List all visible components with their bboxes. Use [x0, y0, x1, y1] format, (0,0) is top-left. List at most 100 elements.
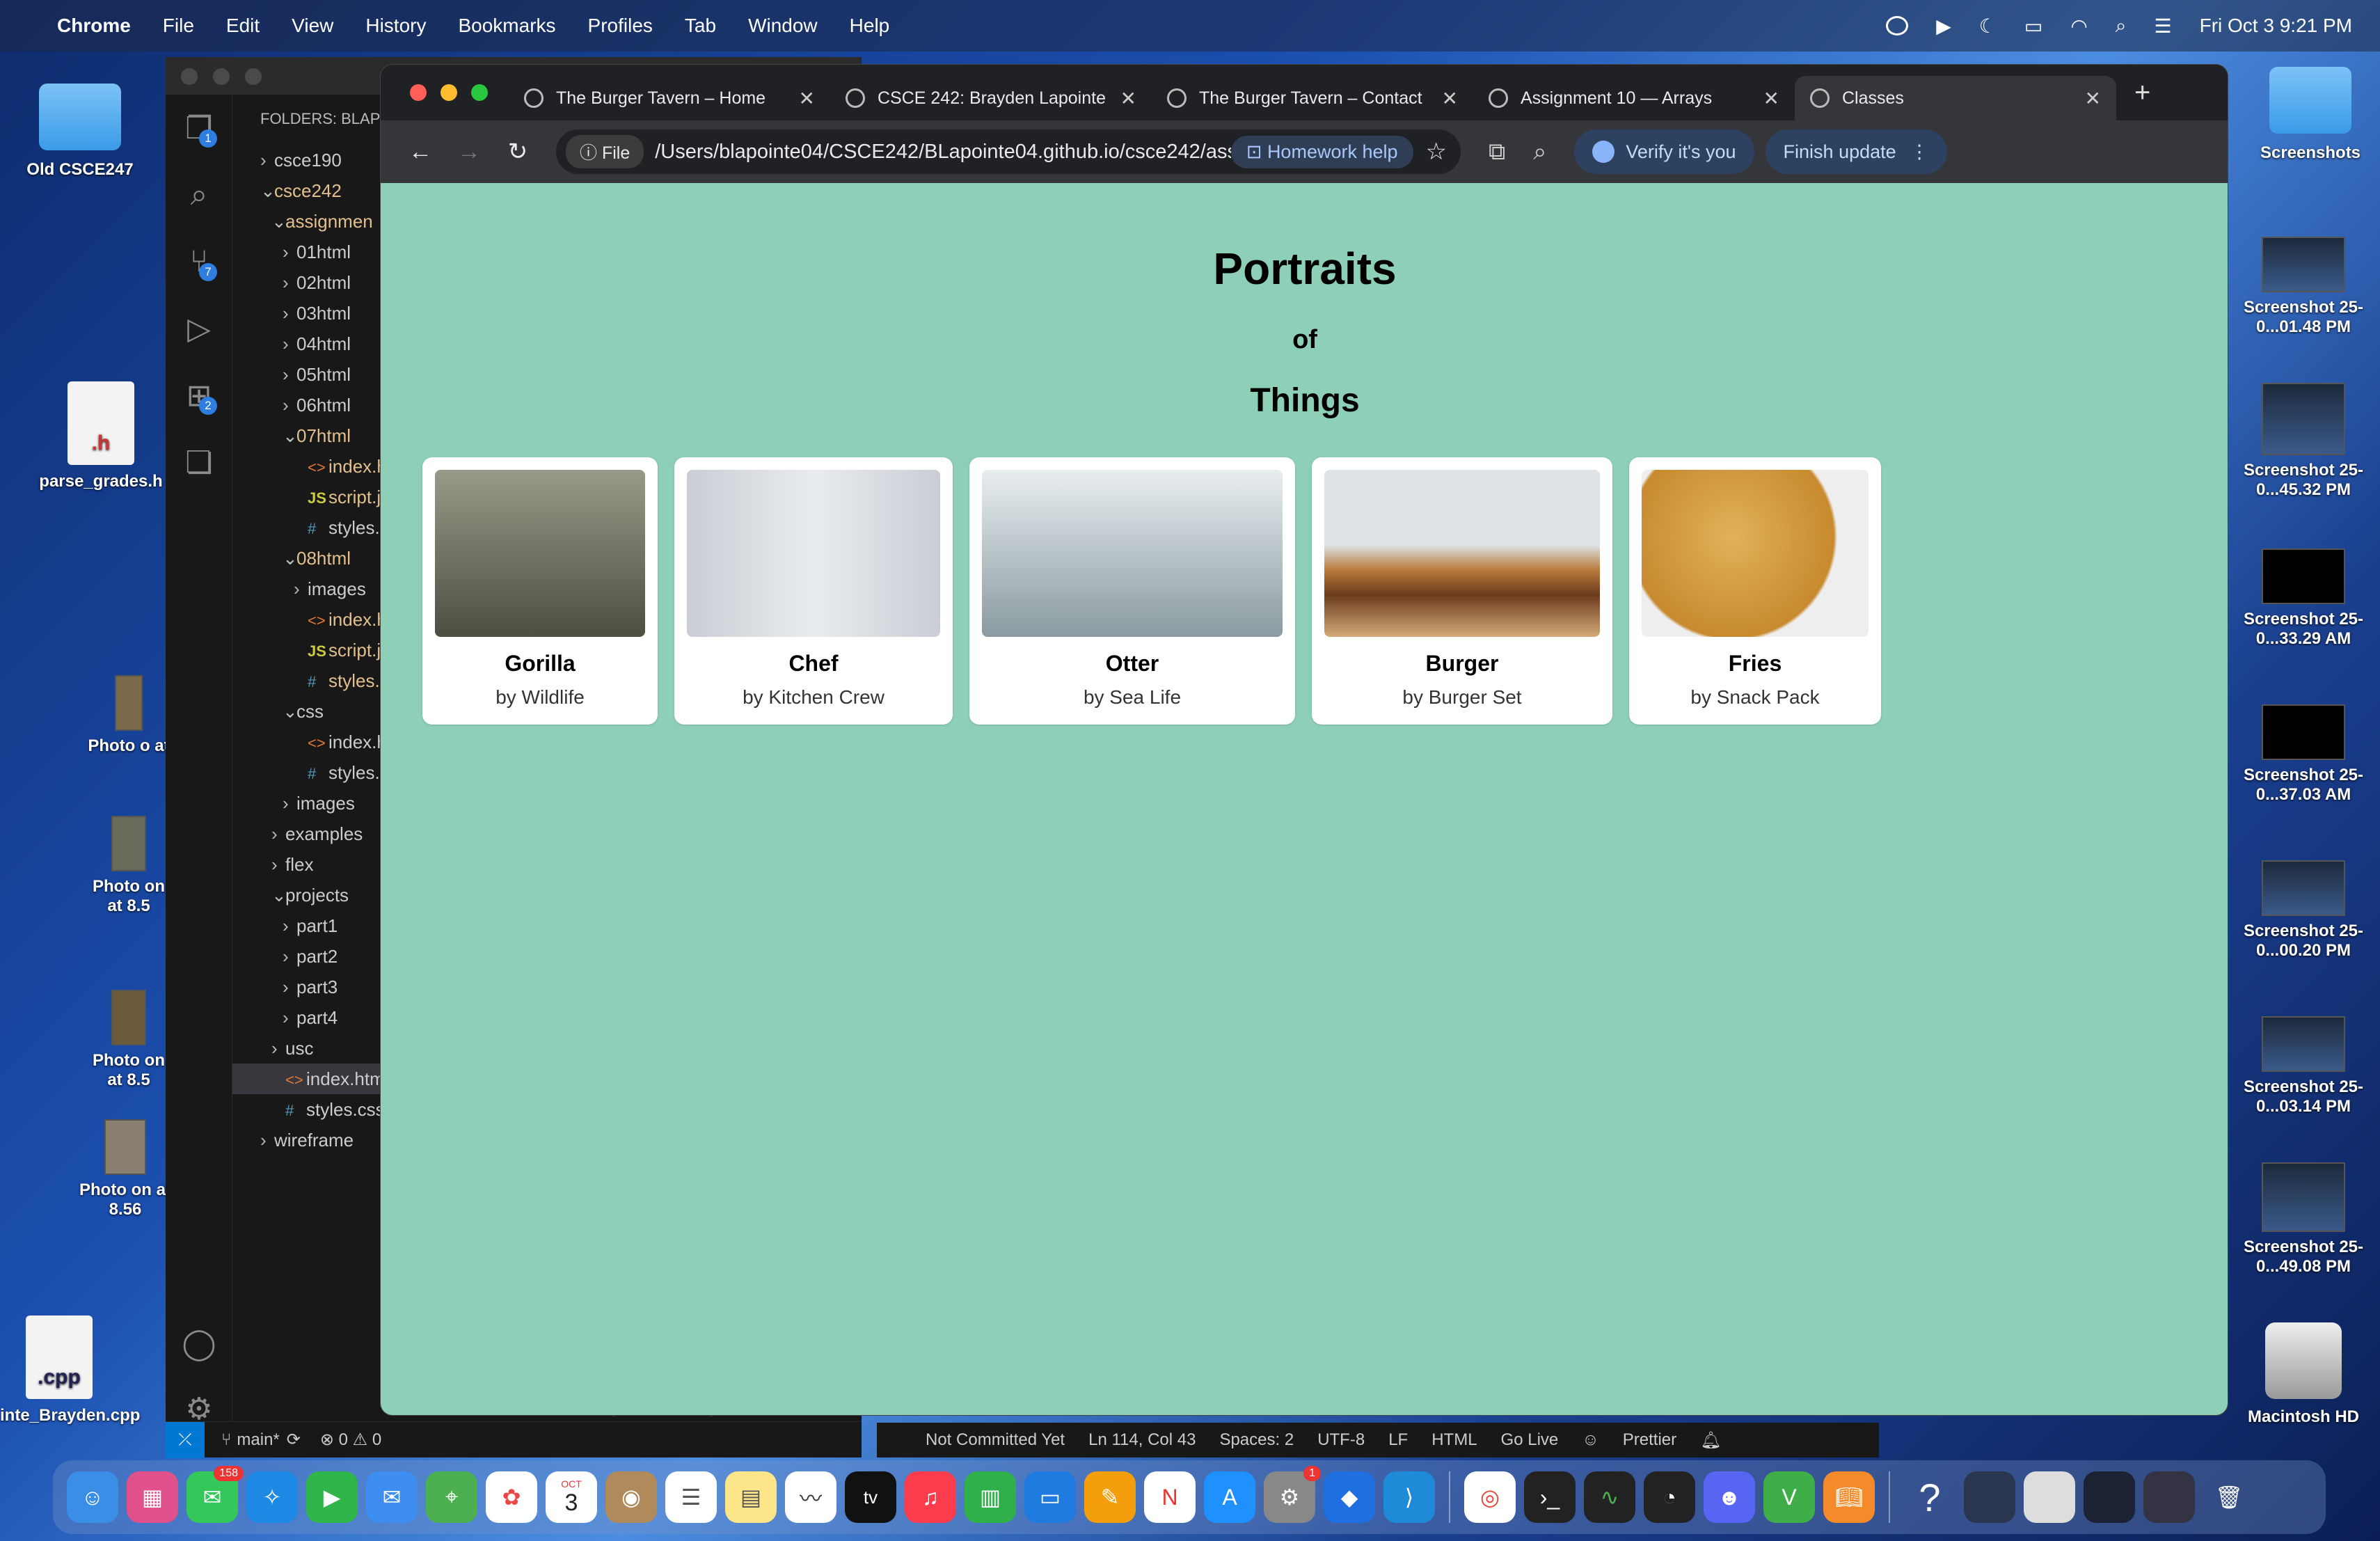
reminders-icon[interactable]: ☰ — [665, 1471, 717, 1523]
recent-window-thumbnail[interactable] — [2084, 1471, 2135, 1523]
back-arrow-icon[interactable]: ← — [396, 139, 445, 166]
desktop-file-parse-grades[interactable]: .h parse_grades.h — [28, 381, 174, 491]
desktop-photo-4[interactable]: Photo on at 8.56 — [77, 1119, 174, 1219]
chrome-icon[interactable]: ◎ — [1464, 1471, 1516, 1523]
recent-window-thumbnail[interactable] — [2024, 1471, 2075, 1523]
tab-assignment-10[interactable]: Assignment 10 — Arrays ✕ — [1473, 76, 1795, 120]
desktop-screenshot-1[interactable]: Screenshot 25-0...01.48 PM — [2234, 237, 2373, 337]
launchpad-icon[interactable]: ▦ — [127, 1471, 178, 1523]
apple-tv-icon[interactable]: tv — [845, 1471, 896, 1523]
finish-update-button[interactable]: Finish update ⋮ — [1765, 129, 1947, 174]
battery-icon[interactable]: ▭ — [2024, 15, 2042, 38]
menu-item-bookmarks[interactable]: Bookmarks — [458, 15, 555, 37]
trash-icon[interactable]: 🗑︎ — [2203, 1471, 2255, 1523]
language-mode[interactable]: HTML — [1431, 1430, 1477, 1450]
extensions-puzzle-icon[interactable]: ⧉ — [1489, 139, 1505, 166]
photos-icon[interactable]: ✿ — [486, 1471, 537, 1523]
menu-clock[interactable]: Fri Oct 3 9:21 PM — [2200, 15, 2352, 37]
cursor-position[interactable]: Ln 114, Col 43 — [1088, 1430, 1196, 1450]
menu-item-edit[interactable]: Edit — [226, 15, 260, 37]
zoom-window-button[interactable] — [471, 84, 488, 101]
bookmark-star-icon[interactable]: ☆ — [1426, 138, 1447, 166]
problems-count[interactable]: ⊗ 0 ⚠ 0 — [320, 1430, 381, 1450]
site-info-chip[interactable]: ⓘ File — [566, 135, 644, 168]
homework-help-button[interactable]: ⊡ Homework help — [1230, 135, 1413, 168]
numbers-icon[interactable]: ▥ — [965, 1471, 1016, 1523]
desktop-folder-screenshots[interactable]: Screenshots — [2248, 67, 2373, 163]
source-control-icon[interactable]: ⑂ 7 — [166, 228, 232, 295]
facetime-icon[interactable]: ▶ — [306, 1471, 358, 1523]
notes-icon[interactable]: ▤ — [725, 1471, 777, 1523]
safari-icon[interactable]: ✧ — [246, 1471, 298, 1523]
desktop-screenshot-6[interactable]: Screenshot 25-0...03.14 PM — [2234, 1016, 2373, 1116]
forward-arrow-icon[interactable]: → — [445, 139, 493, 166]
news-icon[interactable]: N — [1144, 1471, 1196, 1523]
desktop-photo-2[interactable]: Photo on at 8.5 — [84, 816, 174, 916]
encoding[interactable]: UTF-8 — [1317, 1430, 1365, 1450]
tab-close-icon[interactable]: ✕ — [1442, 87, 1458, 110]
remote-icon[interactable]: ⤫ — [166, 1421, 205, 1458]
sync-icon[interactable]: ⟳ — [287, 1430, 301, 1450]
window-zoom-button[interactable] — [245, 68, 262, 85]
menu-item-history[interactable]: History — [365, 15, 426, 37]
recent-window-thumbnail[interactable] — [2143, 1471, 2195, 1523]
messages-icon[interactable]: ✉ 158 — [187, 1466, 244, 1523]
menu-item-file[interactable]: File — [163, 15, 194, 37]
screen-record-icon[interactable] — [1886, 16, 1909, 35]
books-icon[interactable]: 📖︎ — [1823, 1471, 1875, 1523]
focus-moon-icon[interactable]: ☾ — [1979, 15, 1997, 38]
extensions-icon[interactable]: ⊞ 2 — [166, 362, 232, 429]
maps-icon[interactable]: ⌖ — [426, 1471, 477, 1523]
tab-close-icon[interactable]: ✕ — [2085, 87, 2101, 110]
menu-item-window[interactable]: Window — [748, 15, 818, 37]
desktop-photo-3[interactable]: Photo on at 8.5 — [84, 990, 174, 1090]
calendar-icon[interactable]: OCT 3 — [546, 1471, 597, 1523]
contacts-icon[interactable]: ◉ — [605, 1471, 657, 1523]
desktop-screenshot-4[interactable]: Screenshot 25-0...37.03 AM — [2234, 704, 2373, 805]
branch-name[interactable]: main* — [237, 1430, 279, 1450]
reload-icon[interactable]: ↻ — [493, 138, 542, 166]
address-bar[interactable]: ⓘ File /Users/blapointe04/CSCE242/BLapoi… — [556, 129, 1461, 174]
tab-close-icon[interactable]: ✕ — [799, 87, 815, 110]
desktop-file-cpp[interactable]: .cpp inte_Brayden.cpp — [0, 1315, 140, 1425]
wifi-icon[interactable]: ◠ — [2070, 15, 2087, 38]
recent-window-thumbnail[interactable] — [1964, 1471, 2015, 1523]
pages-icon[interactable]: ✎ — [1084, 1471, 1136, 1523]
window-minimize-button[interactable] — [213, 68, 230, 85]
menu-item-profiles[interactable]: Profiles — [588, 15, 653, 37]
discord-icon[interactable]: ☻ — [1704, 1471, 1755, 1523]
tab-close-icon[interactable]: ✕ — [1120, 87, 1136, 110]
vscode-icon[interactable]: ⟩ — [1383, 1471, 1435, 1523]
end-of-line[interactable]: LF — [1388, 1430, 1408, 1450]
finder-icon[interactable]: ☺ — [67, 1471, 118, 1523]
indentation[interactable]: Spaces: 2 — [1219, 1430, 1294, 1450]
run-debug-icon[interactable]: ▷ — [166, 295, 232, 362]
desktop-folder-old-csce247[interactable]: Old CSCE247 — [14, 84, 146, 180]
copilot-icon[interactable]: ☺ — [1582, 1430, 1599, 1450]
desktop-macintosh-hd[interactable]: Macintosh HD — [2234, 1322, 2373, 1427]
tab-burger-tavern-home[interactable]: The Burger Tavern – Home ✕ — [509, 76, 830, 120]
search-icon[interactable]: ⌕ — [166, 161, 232, 228]
notifications-bell-icon[interactable]: 🔔︎ — [1700, 1430, 1721, 1451]
minimize-window-button[interactable] — [441, 84, 457, 101]
disk-utility-icon[interactable]: ◔ — [1644, 1471, 1695, 1523]
bitwarden-icon[interactable]: ◆ — [1324, 1471, 1375, 1523]
kebab-menu-icon[interactable]: ⋮ — [1910, 141, 1929, 163]
help-question-icon[interactable]: ? — [1904, 1471, 1955, 1523]
music-icon[interactable]: ♫ — [905, 1471, 956, 1523]
app-store-icon[interactable]: A — [1204, 1471, 1255, 1523]
git-blame-status[interactable]: Not Committed Yet — [926, 1430, 1065, 1450]
go-live-button[interactable]: Go Live — [1501, 1430, 1559, 1450]
close-window-button[interactable] — [410, 84, 427, 101]
url-text[interactable]: /Users/blapointe04/CSCE242/BLapointe04.g… — [655, 141, 1231, 164]
prettier-status[interactable]: Prettier — [1623, 1430, 1676, 1450]
terminal-icon[interactable]: ›_ — [1524, 1471, 1576, 1523]
explorer-icon[interactable]: ❐ 1 — [166, 95, 232, 161]
tab-burger-tavern-contact[interactable]: The Burger Tavern – Contact ✕ — [1152, 76, 1473, 120]
menu-item-view[interactable]: View — [292, 15, 333, 37]
control-center-icon[interactable]: ☰ — [2154, 15, 2171, 38]
activity-monitor-icon[interactable]: ∿ — [1584, 1471, 1635, 1523]
tab-csce242[interactable]: CSCE 242: Brayden Lapointe ✕ — [830, 76, 1152, 120]
desktop-photo-1[interactable]: Photo o at — [84, 675, 174, 756]
desktop-screenshot-2[interactable]: Screenshot 25-0...45.32 PM — [2234, 383, 2373, 500]
